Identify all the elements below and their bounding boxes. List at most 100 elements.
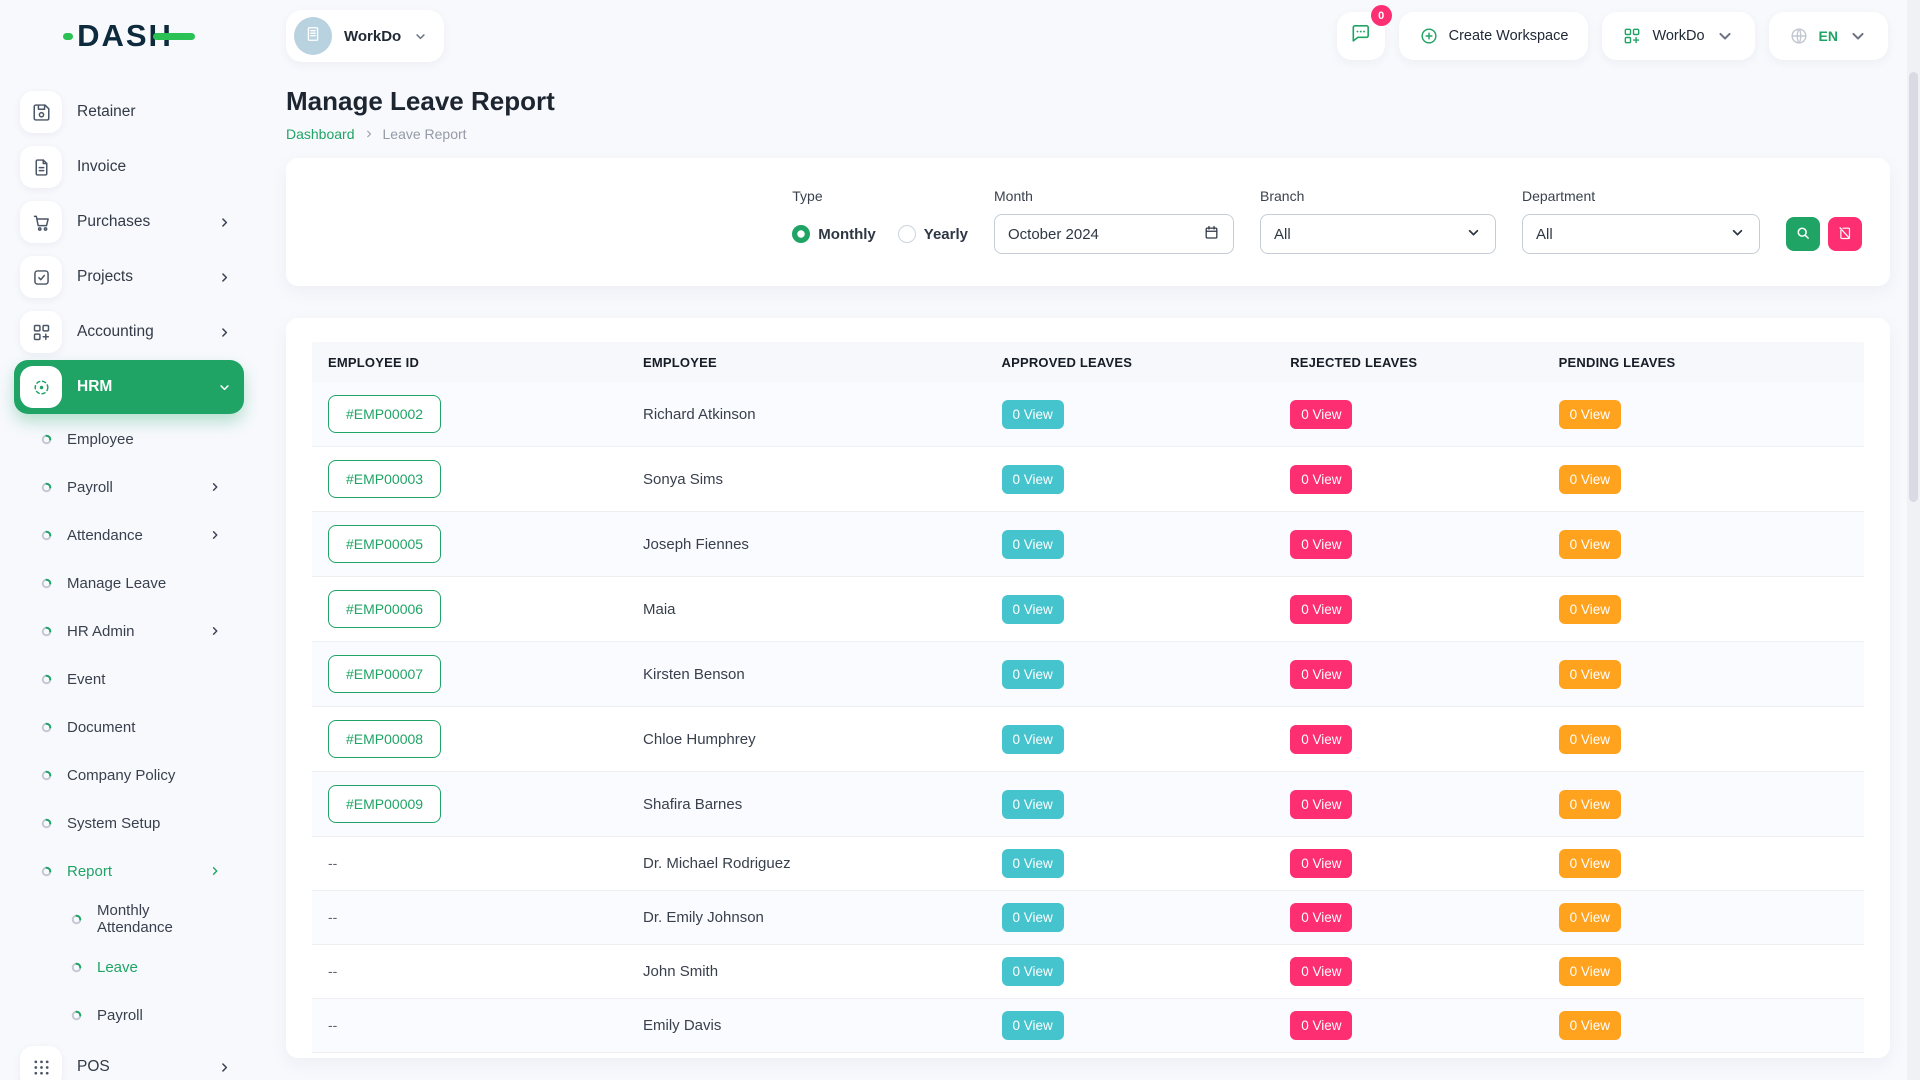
- approved-leaves-badge[interactable]: 0 View: [1002, 595, 1064, 624]
- search-button[interactable]: [1786, 217, 1820, 251]
- language-selector[interactable]: EN: [1769, 12, 1888, 60]
- rejected-leaves-badge[interactable]: 0 View: [1290, 1011, 1352, 1040]
- sidebar-item-employee[interactable]: Employee: [0, 415, 258, 463]
- create-workspace-button[interactable]: Create Workspace: [1399, 12, 1589, 60]
- approved-leaves-badge[interactable]: 0 View: [1002, 1011, 1064, 1040]
- employee-id-button[interactable]: #EMP00002: [328, 395, 441, 433]
- sidebar-item-retainer[interactable]: Retainer: [14, 85, 244, 139]
- sidebar-item-monthly-attendance[interactable]: Monthly Attendance: [0, 895, 258, 943]
- scrollbar-thumb[interactable]: [1909, 72, 1918, 502]
- rejected-leaves-badge[interactable]: 0 View: [1290, 595, 1352, 624]
- radio-monthly-circle[interactable]: [792, 225, 810, 243]
- rejected-leaves-badge[interactable]: 0 View: [1290, 530, 1352, 559]
- approved-leaves-badge[interactable]: 0 View: [1002, 725, 1064, 754]
- rejected-leaves-badge[interactable]: 0 View: [1290, 465, 1352, 494]
- pending-leaves-badge[interactable]: 0 View: [1559, 660, 1621, 689]
- employee-name: Sonya Sims: [641, 471, 1000, 488]
- pending-leaves-badge[interactable]: 0 View: [1559, 903, 1621, 932]
- employee-id-button[interactable]: #EMP00003: [328, 460, 441, 498]
- reset-button[interactable]: [1828, 217, 1862, 251]
- sidebar-item-projects[interactable]: Projects: [14, 250, 244, 304]
- workspace-menu-button[interactable]: WorkDo: [1602, 12, 1754, 60]
- employee-id-button[interactable]: #EMP00008: [328, 720, 441, 758]
- employee-id-cell: #EMP00003: [312, 460, 641, 498]
- rejected-leaves-badge[interactable]: 0 View: [1290, 790, 1352, 819]
- chevron-down-icon: [1729, 224, 1746, 245]
- workspace-switcher[interactable]: WorkDo: [286, 10, 444, 62]
- chevron-down-icon: [1848, 26, 1868, 46]
- topbar-actions: 0 Create Workspace WorkDo EN: [1337, 12, 1888, 60]
- sidebar-item-attendance[interactable]: Attendance: [0, 511, 258, 559]
- grid-plus-icon: [31, 322, 52, 343]
- pending-leaves-badge[interactable]: 0 View: [1559, 849, 1621, 878]
- sidebar-item-hrm[interactable]: HRM: [14, 360, 244, 414]
- radio-monthly[interactable]: Monthly: [792, 225, 876, 243]
- approved-leaves-badge[interactable]: 0 View: [1002, 903, 1064, 932]
- sidebar-item-company-policy[interactable]: Company Policy: [0, 751, 258, 799]
- month-input[interactable]: October 2024: [994, 214, 1234, 254]
- rejected-leaves-badge[interactable]: 0 View: [1290, 957, 1352, 986]
- messages-button[interactable]: 0: [1337, 12, 1385, 60]
- pending-leaves-badge[interactable]: 0 View: [1559, 595, 1621, 624]
- employee-id-button[interactable]: #EMP00005: [328, 525, 441, 563]
- breadcrumb-dashboard-link[interactable]: Dashboard: [286, 126, 355, 142]
- pending-leaves-badge[interactable]: 0 View: [1559, 465, 1621, 494]
- employee-name: Emily Davis: [641, 1017, 1000, 1034]
- approved-leaves-badge[interactable]: 0 View: [1002, 660, 1064, 689]
- approved-leaves-badge[interactable]: 0 View: [1002, 790, 1064, 819]
- rejected-leaves-badge[interactable]: 0 View: [1290, 660, 1352, 689]
- approved-leaves-badge[interactable]: 0 View: [1002, 849, 1064, 878]
- rejected-leaves-badge[interactable]: 0 View: [1290, 400, 1352, 429]
- bullet-icon: [71, 914, 82, 925]
- employee-id-cell: --: [312, 1017, 641, 1035]
- create-workspace-label: Create Workspace: [1449, 28, 1569, 44]
- employee-id-button[interactable]: #EMP00006: [328, 590, 441, 628]
- employee-id-cell: #EMP00007: [312, 655, 641, 693]
- employee-id-button[interactable]: #EMP00007: [328, 655, 441, 693]
- pending-leaves-badge[interactable]: 0 View: [1559, 400, 1621, 429]
- approved-leaves-badge[interactable]: 0 View: [1002, 530, 1064, 559]
- sidebar-item-document[interactable]: Document: [0, 703, 258, 751]
- nav-icon-box: [20, 201, 62, 243]
- branch-select[interactable]: All: [1260, 214, 1496, 254]
- radio-yearly-circle[interactable]: [898, 225, 916, 243]
- approved-leaves-badge[interactable]: 0 View: [1002, 400, 1064, 429]
- approved-leaves-badge[interactable]: 0 View: [1002, 957, 1064, 986]
- employee-id-button[interactable]: #EMP00009: [328, 785, 441, 823]
- radio-yearly[interactable]: Yearly: [898, 225, 968, 243]
- sidebar-item-pos[interactable]: POS: [14, 1040, 244, 1080]
- sidebar-item-payroll[interactable]: Payroll: [0, 463, 258, 511]
- employee-id-cell: --: [312, 909, 641, 927]
- pending-leaves-badge[interactable]: 0 View: [1559, 957, 1621, 986]
- department-select[interactable]: All: [1522, 214, 1760, 254]
- rejected-leaves-badge[interactable]: 0 View: [1290, 903, 1352, 932]
- table-row: #EMP00006 Maia 0 View 0 View 0 View: [312, 577, 1864, 642]
- sidebar-item-hr-admin[interactable]: HR Admin: [0, 607, 258, 655]
- sidebar-item-event[interactable]: Event: [0, 655, 258, 703]
- page-scrollbar: [1907, 0, 1920, 1080]
- sidebar-item-system-setup[interactable]: System Setup: [0, 799, 258, 847]
- approved-leaves-badge[interactable]: 0 View: [1002, 465, 1064, 494]
- brand-logo[interactable]: DASH: [63, 18, 195, 54]
- sidebar-item-invoice[interactable]: Invoice: [14, 140, 244, 194]
- sidebar-item-accounting[interactable]: Accounting: [14, 305, 244, 359]
- workspace-name: WorkDo: [344, 28, 401, 45]
- main-content: Manage Leave Report Dashboard Leave Repo…: [258, 72, 1920, 1080]
- sidebar-item-purchases[interactable]: Purchases: [14, 195, 244, 249]
- pending-leaves-badge[interactable]: 0 View: [1559, 530, 1621, 559]
- rejected-leaves-badge[interactable]: 0 View: [1290, 849, 1352, 878]
- table-row: -- James Brown 0 View 0 View 0 View: [312, 1053, 1864, 1058]
- chevron-down-icon: [217, 380, 232, 395]
- pending-leaves-badge[interactable]: 0 View: [1559, 1011, 1621, 1040]
- rejected-leaves-badge[interactable]: 0 View: [1290, 725, 1352, 754]
- pending-leaves-badge[interactable]: 0 View: [1559, 725, 1621, 754]
- sidebar-item-leave[interactable]: Leave: [0, 943, 258, 991]
- type-radio-group: Monthly Yearly: [792, 214, 968, 254]
- pending-leaves-badge[interactable]: 0 View: [1559, 790, 1621, 819]
- bullet-icon: [41, 578, 52, 589]
- page-title: Manage Leave Report: [286, 86, 1890, 117]
- department-value: All: [1536, 226, 1553, 243]
- sidebar-item-payroll[interactable]: Payroll: [0, 991, 258, 1039]
- sidebar-item-report[interactable]: Report: [0, 847, 258, 895]
- sidebar-item-manage-leave[interactable]: Manage Leave: [0, 559, 258, 607]
